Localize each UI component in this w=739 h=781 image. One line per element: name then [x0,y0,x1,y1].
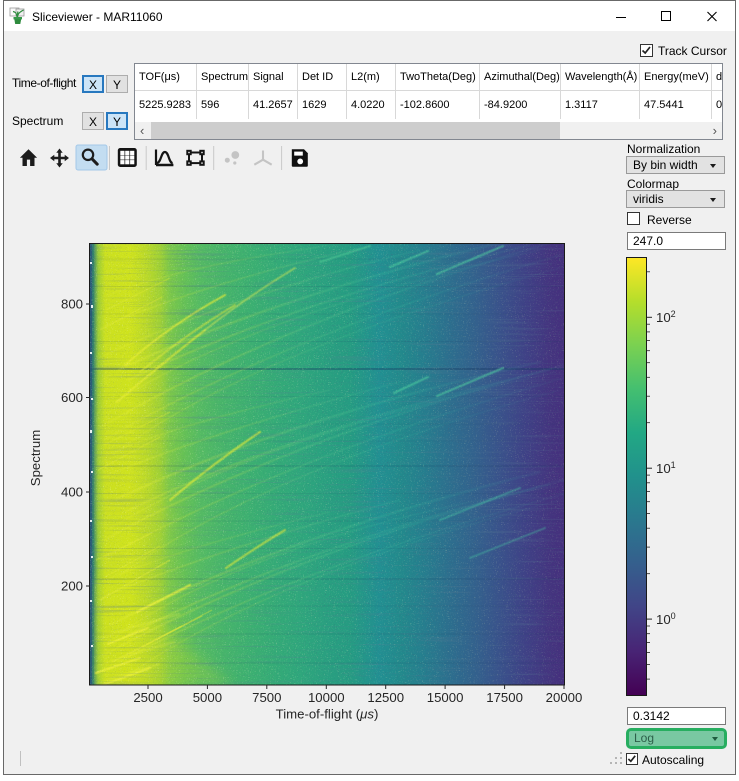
svg-text:12500: 12500 [367,690,404,705]
svg-text:15000: 15000 [427,690,464,705]
svg-text:20000: 20000 [546,690,583,705]
svg-text:Spectrum: Spectrum [28,430,43,486]
svg-text:100: 100 [656,611,676,627]
svg-text:101: 101 [656,460,676,476]
svg-text:Time-of-flight (μs): Time-of-flight (μs) [276,707,379,722]
svg-text:10000: 10000 [308,690,345,705]
svg-text:2500: 2500 [133,690,162,705]
svg-text:800: 800 [61,297,83,312]
svg-text:600: 600 [61,390,83,405]
svg-text:7500: 7500 [252,690,281,705]
svg-text:5000: 5000 [193,690,222,705]
svg-text:17500: 17500 [486,690,523,705]
svg-text:200: 200 [61,579,83,594]
svg-text:400: 400 [61,485,83,500]
svg-text:102: 102 [656,309,676,325]
